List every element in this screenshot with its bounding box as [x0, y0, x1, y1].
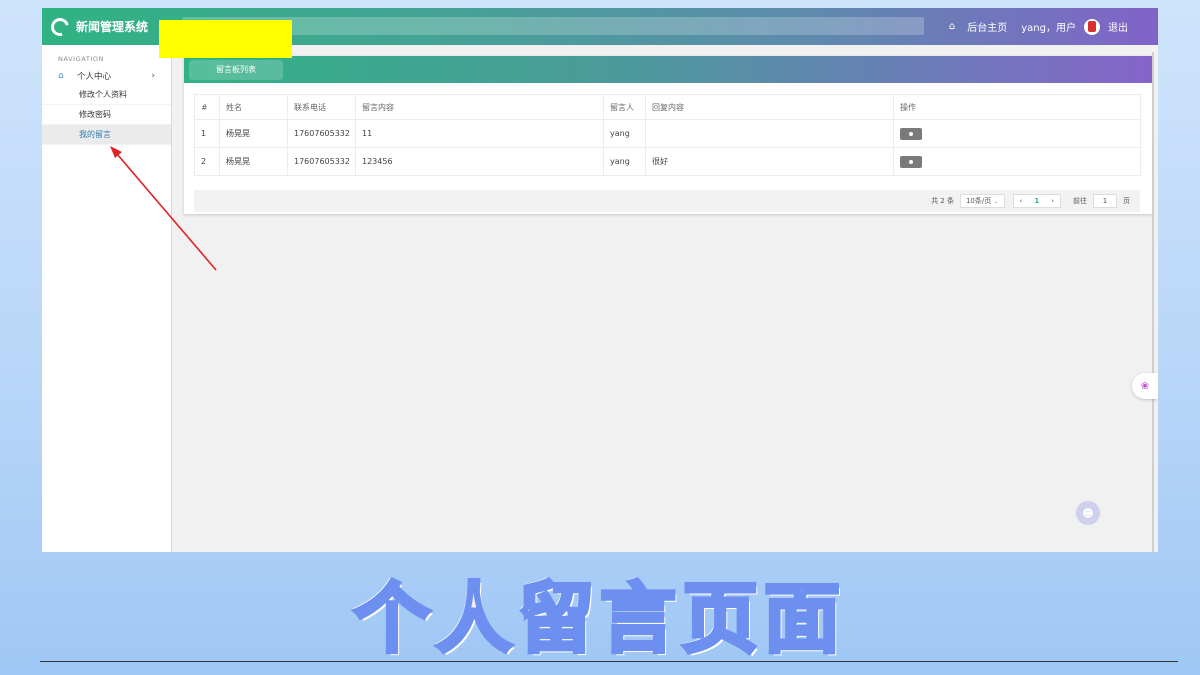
logout-link[interactable]: 退出: [1108, 19, 1128, 34]
col-header: 联系电话: [287, 94, 356, 120]
col-header: 姓名: [219, 94, 288, 120]
pagination: 共 2 条 10条/页 ⌄ ‹ 1 › 前往 1 页: [194, 190, 1140, 212]
cell-index: 2: [194, 147, 220, 176]
total-count: 共 2 条: [931, 197, 954, 205]
sidebar: NAVIGATION ⌂ 个人中心 › 修改个人资料 修改密码 我的留言: [42, 45, 172, 552]
col-header: 留言人: [603, 94, 646, 120]
tab-message-list[interactable]: 留言板列表: [189, 60, 283, 80]
chevron-right-icon: ›: [151, 71, 155, 81]
brain-icon[interactable]: ❀: [1132, 373, 1158, 399]
page-size-value: 10条/页: [965, 197, 992, 205]
scrollbar[interactable]: [1152, 52, 1154, 552]
eye-icon: [909, 131, 913, 136]
page-number-1[interactable]: 1: [1028, 197, 1045, 205]
top-search-strip[interactable]: [182, 17, 924, 35]
page-size-select[interactable]: 10条/页 ⌄: [959, 194, 1005, 208]
cell-phone: 17607605332: [287, 119, 356, 148]
cell-reply: 很好: [645, 147, 894, 176]
card-header: 留言板列表: [184, 56, 1152, 83]
cell-author: yang: [603, 147, 646, 176]
col-header: 留言内容: [355, 94, 604, 120]
home-link[interactable]: 后台主页: [967, 19, 1007, 34]
goto-prefix: 前往: [1073, 197, 1087, 205]
refresh-logo-icon: [47, 14, 73, 39]
table-row: 1 杨晃晃 17607605332 11 yang: [194, 119, 1141, 148]
cell-content: 123456: [355, 147, 604, 176]
prev-page-button[interactable]: ‹: [1014, 197, 1029, 205]
goto-suffix: 页: [1123, 197, 1130, 205]
cell-reply: [645, 119, 894, 148]
sidebar-item-my-messages[interactable]: 我的留言: [42, 125, 171, 145]
app-title: 新闻管理系统: [76, 20, 149, 34]
message-table: # 姓名 联系电话 留言内容 留言人 回复内容 操作 1 杨晃晃 1760760…: [194, 94, 1141, 176]
message-list-card: 留言板列表 # 姓名 联系电话 留言内容 留言人 回复内容 操作 1 杨晃晃 1…: [184, 56, 1152, 214]
top-right-nav: ⌂ 后台主页 yang，用户 退出: [949, 8, 1128, 45]
cell-actions: [893, 147, 1141, 176]
app-screen: 新闻管理系统 ⌂ 后台主页 yang，用户 退出 NAVIGATION ⌂ 个人…: [42, 8, 1158, 552]
col-header: 回复内容: [645, 94, 894, 120]
next-page-button[interactable]: ›: [1045, 197, 1060, 205]
cell-phone: 17607605332: [287, 147, 356, 176]
bottom-divider: [40, 661, 1178, 662]
cell-name: 杨晃晃: [219, 119, 288, 148]
home-icon[interactable]: ⌂: [949, 21, 955, 32]
assistant-badge-icon[interactable]: ☻: [1076, 501, 1100, 525]
house-icon: ⌂: [58, 71, 64, 81]
cell-author: yang: [603, 119, 646, 148]
sidebar-item-personal-center[interactable]: ⌂ 个人中心 ›: [42, 67, 171, 85]
view-button[interactable]: [900, 155, 922, 168]
col-header: #: [194, 94, 220, 120]
view-button[interactable]: [900, 127, 922, 140]
table-row: 2 杨晃晃 17607605332 123456 yang 很好: [194, 147, 1141, 176]
eye-icon: [909, 159, 913, 164]
video-caption: 个人留言页面: [352, 572, 846, 665]
sidebar-item-label: 个人中心: [77, 72, 112, 82]
chevron-down-icon: ⌄: [993, 197, 999, 205]
message-table-wrap: # 姓名 联系电话 留言内容 留言人 回复内容 操作 1 杨晃晃 1760760…: [194, 94, 1141, 176]
avatar-icon[interactable]: [1084, 18, 1100, 35]
redaction-block: [159, 20, 292, 58]
cell-index: 1: [194, 119, 220, 148]
sidebar-item-edit-profile[interactable]: 修改个人资料: [42, 85, 171, 105]
user-info: yang，用户: [1021, 23, 1076, 34]
page-nav: ‹ 1 ›: [1012, 194, 1061, 208]
table-header-row: # 姓名 联系电话 留言内容 留言人 回复内容 操作: [194, 94, 1141, 120]
nav-heading: NAVIGATION: [58, 55, 105, 63]
col-header: 操作: [893, 94, 1141, 120]
cell-actions: [893, 119, 1141, 148]
cell-name: 杨晃晃: [219, 147, 288, 176]
goto-page-input[interactable]: 1: [1093, 194, 1117, 208]
cell-content: 11: [355, 119, 604, 148]
sidebar-item-change-password[interactable]: 修改密码: [42, 105, 171, 125]
